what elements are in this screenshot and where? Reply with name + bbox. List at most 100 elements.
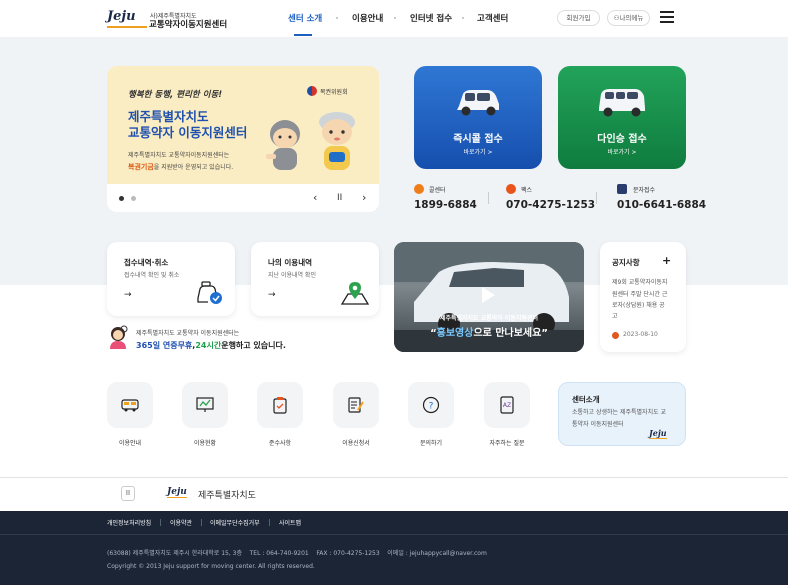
menu-usage-guide[interactable] (107, 382, 153, 428)
video-highlight: 홍보영상 (436, 328, 474, 339)
menu-inquiry[interactable]: ? (408, 382, 454, 428)
notice-text-line[interactable]: 제9회 교통약자이동지 (612, 277, 667, 286)
contact-number-callcenter[interactable]: 1899-6884 (414, 199, 477, 211)
service-info-text: 제주특별자치도 교통약자 이동지원센터는 (136, 330, 240, 337)
lottery-fund-highlight: 복권기금 (128, 163, 154, 171)
ministry-emblem-icon (307, 86, 317, 96)
next-slide-icon[interactable]: › (362, 191, 366, 204)
ministry-name: 복권위원회 (320, 89, 348, 96)
join-button[interactable]: 회원가입 (557, 10, 600, 26)
logo-title[interactable]: 교통약자이동지원센터 (149, 18, 227, 30)
nav-customer-center[interactable]: 고객센터 (477, 12, 508, 24)
footer-org-name[interactable]: 제주특별자치도 (198, 488, 256, 501)
center-intro-desc-2: 통약자 이동지원센터 (572, 421, 624, 428)
phone-icon (414, 184, 424, 194)
contact-divider (596, 192, 597, 204)
menu-inquiry-label[interactable]: 문의하기 (396, 438, 466, 447)
footer-banner-bar (0, 477, 788, 511)
service-hours: 24시간 (195, 341, 222, 350)
fax-icon (506, 184, 516, 194)
logo[interactable]: Jeju (107, 10, 147, 28)
menu-rules[interactable] (257, 382, 303, 428)
notice-text-line[interactable]: 로자(상담원) 채용 공 (612, 300, 665, 309)
notice-text-line[interactable]: 원센터 주말 단시간 근 (612, 289, 667, 298)
multi-passenger-link[interactable]: 바로가기 > (558, 147, 686, 156)
svg-text:AZ: AZ (503, 402, 511, 409)
center-intro-title: 센터소개 (572, 395, 600, 404)
reception-history-title: 접수내역·취소 (124, 258, 169, 267)
contact-divider (488, 192, 489, 204)
footer-link-separator (160, 519, 161, 526)
center-intro-desc: 소통하고 상생하는 제주특별자치도 교 (572, 409, 667, 416)
menu-rules-label[interactable]: 준수사항 (245, 438, 315, 447)
mascot-girl-icon (319, 112, 355, 170)
footer-link-sitemap[interactable]: 사이트맵 (279, 518, 301, 527)
counselor-avatar-icon (110, 325, 128, 349)
menu-faq-label[interactable]: 자주하는 질문 (472, 438, 542, 447)
notice-title: 공지사항 (612, 258, 640, 267)
footer-jeju-logo[interactable]: Jeju (167, 487, 187, 498)
nav-center-intro[interactable]: 센터 소개 (288, 12, 322, 24)
instant-call-title: 즉시콜 접수 (453, 134, 503, 145)
jeju-logo: Jeju (649, 428, 667, 439)
question-icon: ? (422, 396, 440, 414)
footer-copyright: Copyright © 2013 Jeju support for moving… (107, 563, 315, 570)
play-icon[interactable] (482, 287, 495, 303)
footer-link-terms[interactable]: 이용약관 (170, 518, 192, 527)
my-usage-title: 나의 이용내역 (268, 258, 313, 267)
map-pin-icon (340, 282, 370, 305)
nav-usage-guide[interactable]: 이용안내 (352, 12, 383, 24)
video-caption: 제주특별자치도 교통약자 이동지원센터 (439, 315, 539, 322)
clock-icon (612, 332, 619, 339)
footer-link-separator (269, 519, 270, 526)
service-hours-rest: 운행하고 있습니다. (221, 341, 286, 350)
menu-application-form-label[interactable]: 이용신청서 (321, 438, 391, 447)
nav-active-indicator (294, 34, 312, 36)
my-menu-label: 나의메뉴 (619, 14, 644, 22)
multi-passenger-title: 다인승 접수 (597, 134, 647, 145)
contact-label-fax: 팩스 (521, 187, 533, 194)
my-menu-button[interactable]: ⚇나의메뉴 (607, 10, 650, 26)
slide-indicator-active[interactable] (119, 196, 124, 201)
video-headline-rest: 으로 만나보세요” (473, 328, 548, 339)
video-headline: “홍보영상으로 만나보세요” (394, 324, 584, 339)
pause-slide-icon[interactable]: II (337, 193, 342, 203)
message-icon (617, 184, 627, 194)
contact-label-sms: 문자접수 (633, 187, 656, 194)
van-icon (599, 89, 645, 117)
book-az-icon: AZ (500, 396, 514, 414)
contact-label-callcenter: 콜센터 (429, 187, 446, 194)
arrow-right-icon[interactable]: → (124, 290, 132, 300)
menu-usage-status-label[interactable]: 이용현황 (170, 438, 240, 447)
arrow-right-icon[interactable]: → (268, 290, 276, 300)
nav-online-reception[interactable]: 인터넷 접수 (410, 12, 452, 24)
menu-icon[interactable] (660, 11, 674, 23)
contact-number-fax[interactable]: 070-4275-1253 (506, 199, 595, 211)
notice-text-line[interactable]: 고 (612, 311, 618, 320)
menu-faq[interactable]: AZ (484, 382, 530, 428)
service-days: 365일 연중무휴 (136, 341, 193, 350)
footer-link-email-policy[interactable]: 이메일무단수집거부 (210, 518, 260, 527)
prev-slide-icon[interactable]: ‹ (313, 191, 317, 204)
svg-text:?: ? (429, 402, 434, 412)
menu-usage-guide-label[interactable]: 이용안내 (95, 438, 165, 447)
hero-description: 제주특별자치도 교통약자이동지원센터는 (128, 152, 230, 159)
footer-link-privacy[interactable]: 개인정보처리방침 (107, 518, 151, 527)
contact-number-sms[interactable]: 010-6641-6884 (617, 199, 706, 211)
bus-icon (121, 399, 139, 412)
notice-date: 2023-08-10 (623, 331, 658, 338)
mascot-grandfather-icon (266, 120, 300, 170)
clipboard-check-icon (273, 397, 287, 414)
chart-board-icon (196, 397, 214, 412)
footer-address: (63088) 제주특별자치도 제주시 한라대학로 15, 3층 TEL : 0… (107, 550, 487, 557)
menu-usage-status[interactable] (182, 382, 228, 428)
menu-application-form[interactable] (333, 382, 379, 428)
instant-call-link[interactable]: 바로가기 > (414, 147, 542, 156)
reception-history-sub: 접수내역 확인 및 취소 (124, 272, 180, 279)
banner-pause-button[interactable]: II (121, 486, 135, 501)
my-usage-sub: 지난 이용내역 확인 (268, 272, 316, 279)
notice-more-icon[interactable]: + (662, 254, 671, 267)
taxi-check-icon (197, 281, 222, 304)
nav-separator (336, 17, 338, 19)
slide-indicator[interactable] (131, 196, 136, 201)
